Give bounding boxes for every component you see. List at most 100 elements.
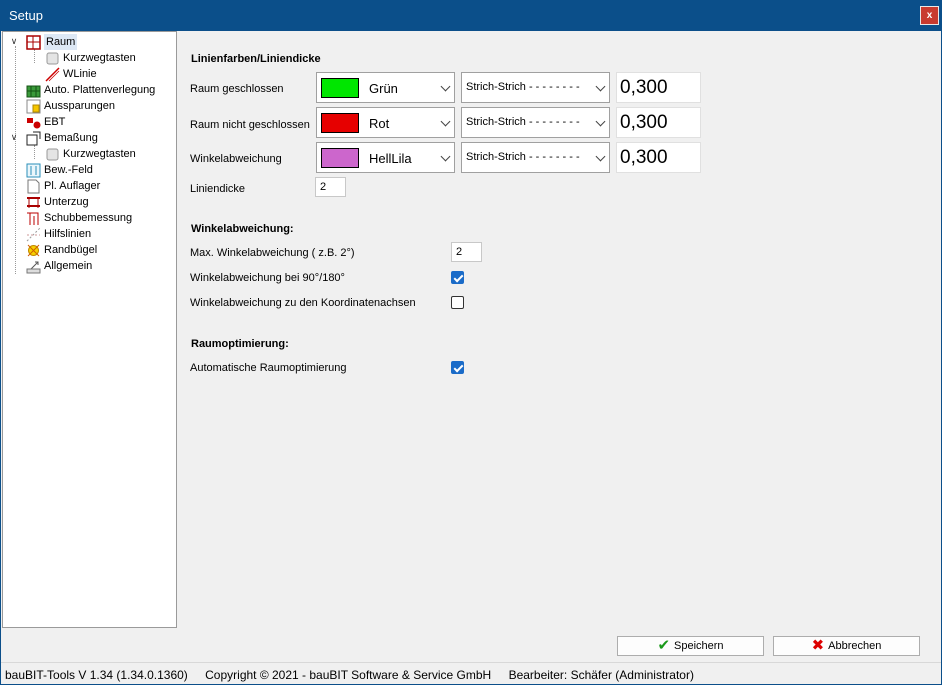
color-select-raum-geschlossen[interactable]: Grün xyxy=(316,72,455,103)
beam-icon xyxy=(26,195,41,210)
wall-line-icon xyxy=(45,66,60,82)
tree-item-schubbemessung[interactable]: Schubbemessung xyxy=(26,210,132,226)
status-version: bauBIT-Tools V 1.34 (1.34.0.1360) xyxy=(5,668,188,682)
status-bar: bauBIT-Tools V 1.34 (1.34.0.1360) Copyri… xyxy=(1,662,941,684)
tree-item-hilfslinien[interactable]: Hilfslinien xyxy=(26,226,91,242)
angle-axes-label: Winkelabweichung zu den Koordinatenachse… xyxy=(190,297,416,309)
close-button[interactable]: x xyxy=(920,6,939,25)
expand-bemassung-icon[interactable]: ∨ xyxy=(9,132,19,142)
linestyle-select-raum-geschlossen[interactable]: Strich-Strich - - - - - - - - xyxy=(461,72,610,103)
title-bar: Setup x xyxy=(0,0,942,31)
linewidth-value-winkelabweichung[interactable]: 0,300 xyxy=(616,142,701,173)
tree-item-randbuegel[interactable]: Randbügel xyxy=(26,242,97,258)
shortcut-keys-icon xyxy=(45,51,60,66)
chevron-down-icon xyxy=(440,151,451,162)
tree-item-label: Kurzwegtasten xyxy=(63,148,136,160)
linestyle-text: Strich-Strich - - - - - - - - xyxy=(466,116,580,128)
tree-item-label: Auto. Plattenverlegung xyxy=(44,84,156,96)
tree-item-label: Randbügel xyxy=(44,244,98,256)
chevron-down-icon xyxy=(595,151,606,162)
linewidth-value-raum-geschlossen[interactable]: 0,300 xyxy=(616,72,701,103)
angle-90-label: Winkelabweichung bei 90°/180° xyxy=(190,272,345,284)
tree-item-bew-feld[interactable]: Bew.-Feld xyxy=(26,162,93,178)
guide-lines-icon xyxy=(26,227,41,242)
linewidth-value-raum-nicht-geschlossen[interactable]: 0,300 xyxy=(616,107,701,138)
cancel-label: Abbrechen xyxy=(828,640,882,652)
linestyle-text: Strich-Strich - - - - - - - - xyxy=(466,81,580,93)
tree-item-aussparungen[interactable]: Aussparungen xyxy=(26,98,115,114)
dimension-icon xyxy=(26,131,41,146)
tree-item-label: Bemaßung xyxy=(44,132,98,144)
liniendicke-input[interactable]: 2 xyxy=(315,177,346,197)
tree-item-unterzug[interactable]: Unterzug xyxy=(26,194,89,210)
chevron-down-icon xyxy=(440,116,451,127)
checkmark-icon: ✔ xyxy=(657,637,671,654)
window-title: Setup xyxy=(9,8,43,23)
shortcut-keys-icon xyxy=(45,147,60,162)
cross-icon: ✖ xyxy=(811,637,825,654)
color-name: Rot xyxy=(369,116,390,131)
color-select-winkelabweichung[interactable]: HellLila xyxy=(316,142,455,173)
tree-item-label: Raum xyxy=(44,34,78,50)
max-angle-input[interactable]: 2 xyxy=(451,242,482,262)
auto-optimization-label: Automatische Raumoptimierung xyxy=(190,362,347,374)
status-editor: Bearbeiter: Schäfer (Administrator) xyxy=(508,668,694,682)
tree-item-label: Allgemein xyxy=(44,260,93,272)
tree-item-label: Unterzug xyxy=(44,196,89,208)
edge-stirrup-icon xyxy=(26,243,41,258)
tree-item-bemassung[interactable]: Bemaßung xyxy=(26,130,98,146)
reinforcement-field-icon xyxy=(26,163,41,178)
max-angle-label: Max. Winkelabweichung ( z.B. 2°) xyxy=(190,247,355,259)
save-button[interactable]: ✔ Speichern xyxy=(617,636,764,656)
settings-content: Linienfarben/Liniendicke Raum geschlosse… xyxy=(178,31,940,628)
chevron-down-icon xyxy=(595,116,606,127)
save-label: Speichern xyxy=(674,640,724,652)
tree-item-ebt[interactable]: EBT xyxy=(26,114,65,130)
liniendicke-label: Liniendicke xyxy=(190,183,246,195)
settings-tree[interactable]: ∨ ∨ Raum Kurzwegtasten WLinie Auto. Plat… xyxy=(2,31,177,628)
status-copyright: Copyright © 2021 - bauBIT Software & Ser… xyxy=(205,668,492,682)
tree-item-label: Kurzwegtasten xyxy=(63,52,136,64)
chevron-down-icon xyxy=(595,81,606,92)
tree-item-kurzwegtasten[interactable]: Kurzwegtasten xyxy=(45,50,136,66)
plate-support-icon xyxy=(26,179,41,194)
linecolors-title: Linienfarben/Liniendicke xyxy=(191,53,321,65)
tree-item-label: Bew.-Feld xyxy=(44,164,93,176)
tree-item-pl-auflager[interactable]: Pl. Auflager xyxy=(26,178,100,194)
tree-item-wlinie[interactable]: WLinie xyxy=(45,66,97,82)
angle-90-checkbox[interactable] xyxy=(451,271,464,284)
tree-item-label: WLinie xyxy=(63,68,97,80)
angle-axes-checkbox[interactable] xyxy=(451,296,464,309)
linestyle-select-winkelabweichung[interactable]: Strich-Strich - - - - - - - - xyxy=(461,142,610,173)
general-settings-icon xyxy=(26,259,41,274)
tree-item-label: Pl. Auflager xyxy=(44,180,101,192)
color-name: HellLila xyxy=(369,151,412,166)
tree-item-label: Schubbemessung xyxy=(44,212,133,224)
angle-title: Winkelabweichung: xyxy=(191,223,294,235)
button-bar: ✔ Speichern ✖ Abbrechen xyxy=(2,628,940,660)
row-label-winkelabweichung: Winkelabweichung xyxy=(190,153,282,165)
tree-item-allgemein[interactable]: Allgemein xyxy=(26,258,92,274)
room-icon xyxy=(26,34,41,50)
tree-item-label: Aussparungen xyxy=(44,100,115,112)
color-swatch xyxy=(321,113,359,133)
cancel-button[interactable]: ✖ Abbrechen xyxy=(773,636,920,656)
tree-item-kurzwegtasten-2[interactable]: Kurzwegtasten xyxy=(45,146,136,162)
color-select-raum-nicht-geschlossen[interactable]: Rot xyxy=(316,107,455,138)
tree-item-plattenverlegung[interactable]: Auto. Plattenverlegung xyxy=(26,82,155,98)
chevron-down-icon xyxy=(440,81,451,92)
cutout-icon xyxy=(26,99,41,114)
tree-item-raum[interactable]: Raum xyxy=(26,34,78,50)
color-name: Grün xyxy=(369,81,398,96)
row-label-raum-geschlossen: Raum geschlossen xyxy=(190,83,284,95)
auto-optimization-checkbox[interactable] xyxy=(451,361,464,374)
linestyle-select-raum-nicht-geschlossen[interactable]: Strich-Strich - - - - - - - - xyxy=(461,107,610,138)
plate-layout-icon xyxy=(26,83,41,98)
color-swatch xyxy=(321,78,359,98)
row-label-raum-nicht-geschlossen: Raum nicht geschlossen xyxy=(190,119,310,131)
ebt-icon xyxy=(26,115,41,130)
tree-item-label: EBT xyxy=(44,116,66,128)
shear-design-icon xyxy=(26,211,41,226)
expand-raum-icon[interactable]: ∨ xyxy=(9,36,19,46)
optimization-title: Raumoptimierung: xyxy=(191,338,289,350)
